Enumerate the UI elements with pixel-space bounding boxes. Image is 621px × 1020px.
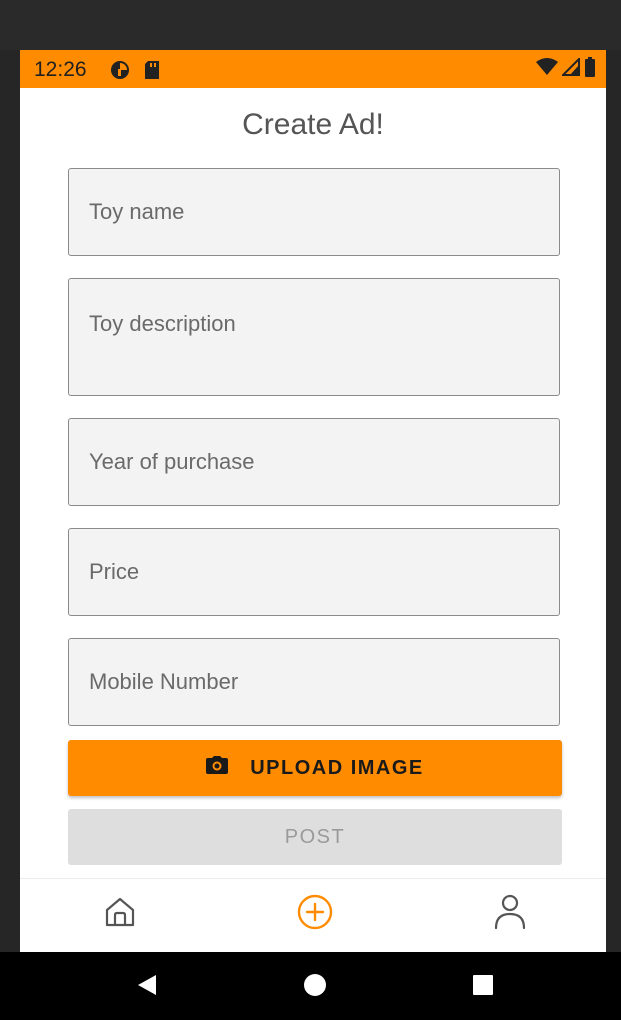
system-recents-button[interactable] [468, 972, 498, 1002]
signal-icon [560, 56, 580, 81]
system-back-button[interactable] [132, 972, 162, 1002]
phone-bezel-top [0, 0, 621, 50]
year-of-purchase-input[interactable] [69, 419, 559, 505]
phone-bezel-right [606, 50, 621, 960]
toy-name-field-container [68, 168, 560, 256]
toy-description-input[interactable] [69, 279, 559, 395]
nav-create-ad[interactable] [290, 889, 340, 939]
app-screen: 12:26 Create Ad! Toy name Toy descriptio… [20, 50, 606, 952]
status-icons [536, 56, 596, 82]
profile-icon [493, 893, 527, 936]
recents-icon [472, 974, 494, 1001]
upload-image-label: UPLOAD IMAGE [250, 756, 424, 779]
nav-profile[interactable] [485, 889, 535, 939]
price-input[interactable] [69, 529, 559, 615]
year-of-purchase-field-container [68, 418, 560, 506]
back-icon [136, 973, 158, 1002]
toy-name-input[interactable] [69, 169, 559, 255]
mobile-number-input[interactable] [69, 639, 559, 725]
nav-home[interactable] [95, 889, 145, 939]
price-field-container [68, 528, 560, 616]
phone-frame: 12:26 Create Ad! Toy name Toy descriptio… [0, 0, 621, 1020]
sd-card-icon [144, 60, 160, 85]
phone-bezel-left [0, 50, 20, 960]
battery-icon [584, 56, 596, 82]
notification-icon [110, 60, 130, 85]
home-icon [103, 895, 137, 934]
mobile-number-field-container [68, 638, 560, 726]
status-bar: 12:26 [20, 50, 606, 88]
post-button[interactable]: POST [68, 809, 562, 865]
home-circle-icon [303, 973, 327, 1002]
upload-image-button[interactable]: UPLOAD IMAGE [68, 740, 562, 796]
toy-description-field-container [68, 278, 560, 396]
bottom-navigation [20, 878, 606, 952]
system-home-button[interactable] [300, 972, 330, 1002]
camera-icon [206, 756, 229, 780]
add-circle-icon [296, 893, 334, 936]
status-time: 12:26 [34, 58, 87, 81]
page-title: Create Ad! [242, 108, 384, 141]
wifi-icon [536, 57, 558, 81]
system-navigation-bar [0, 952, 621, 1020]
